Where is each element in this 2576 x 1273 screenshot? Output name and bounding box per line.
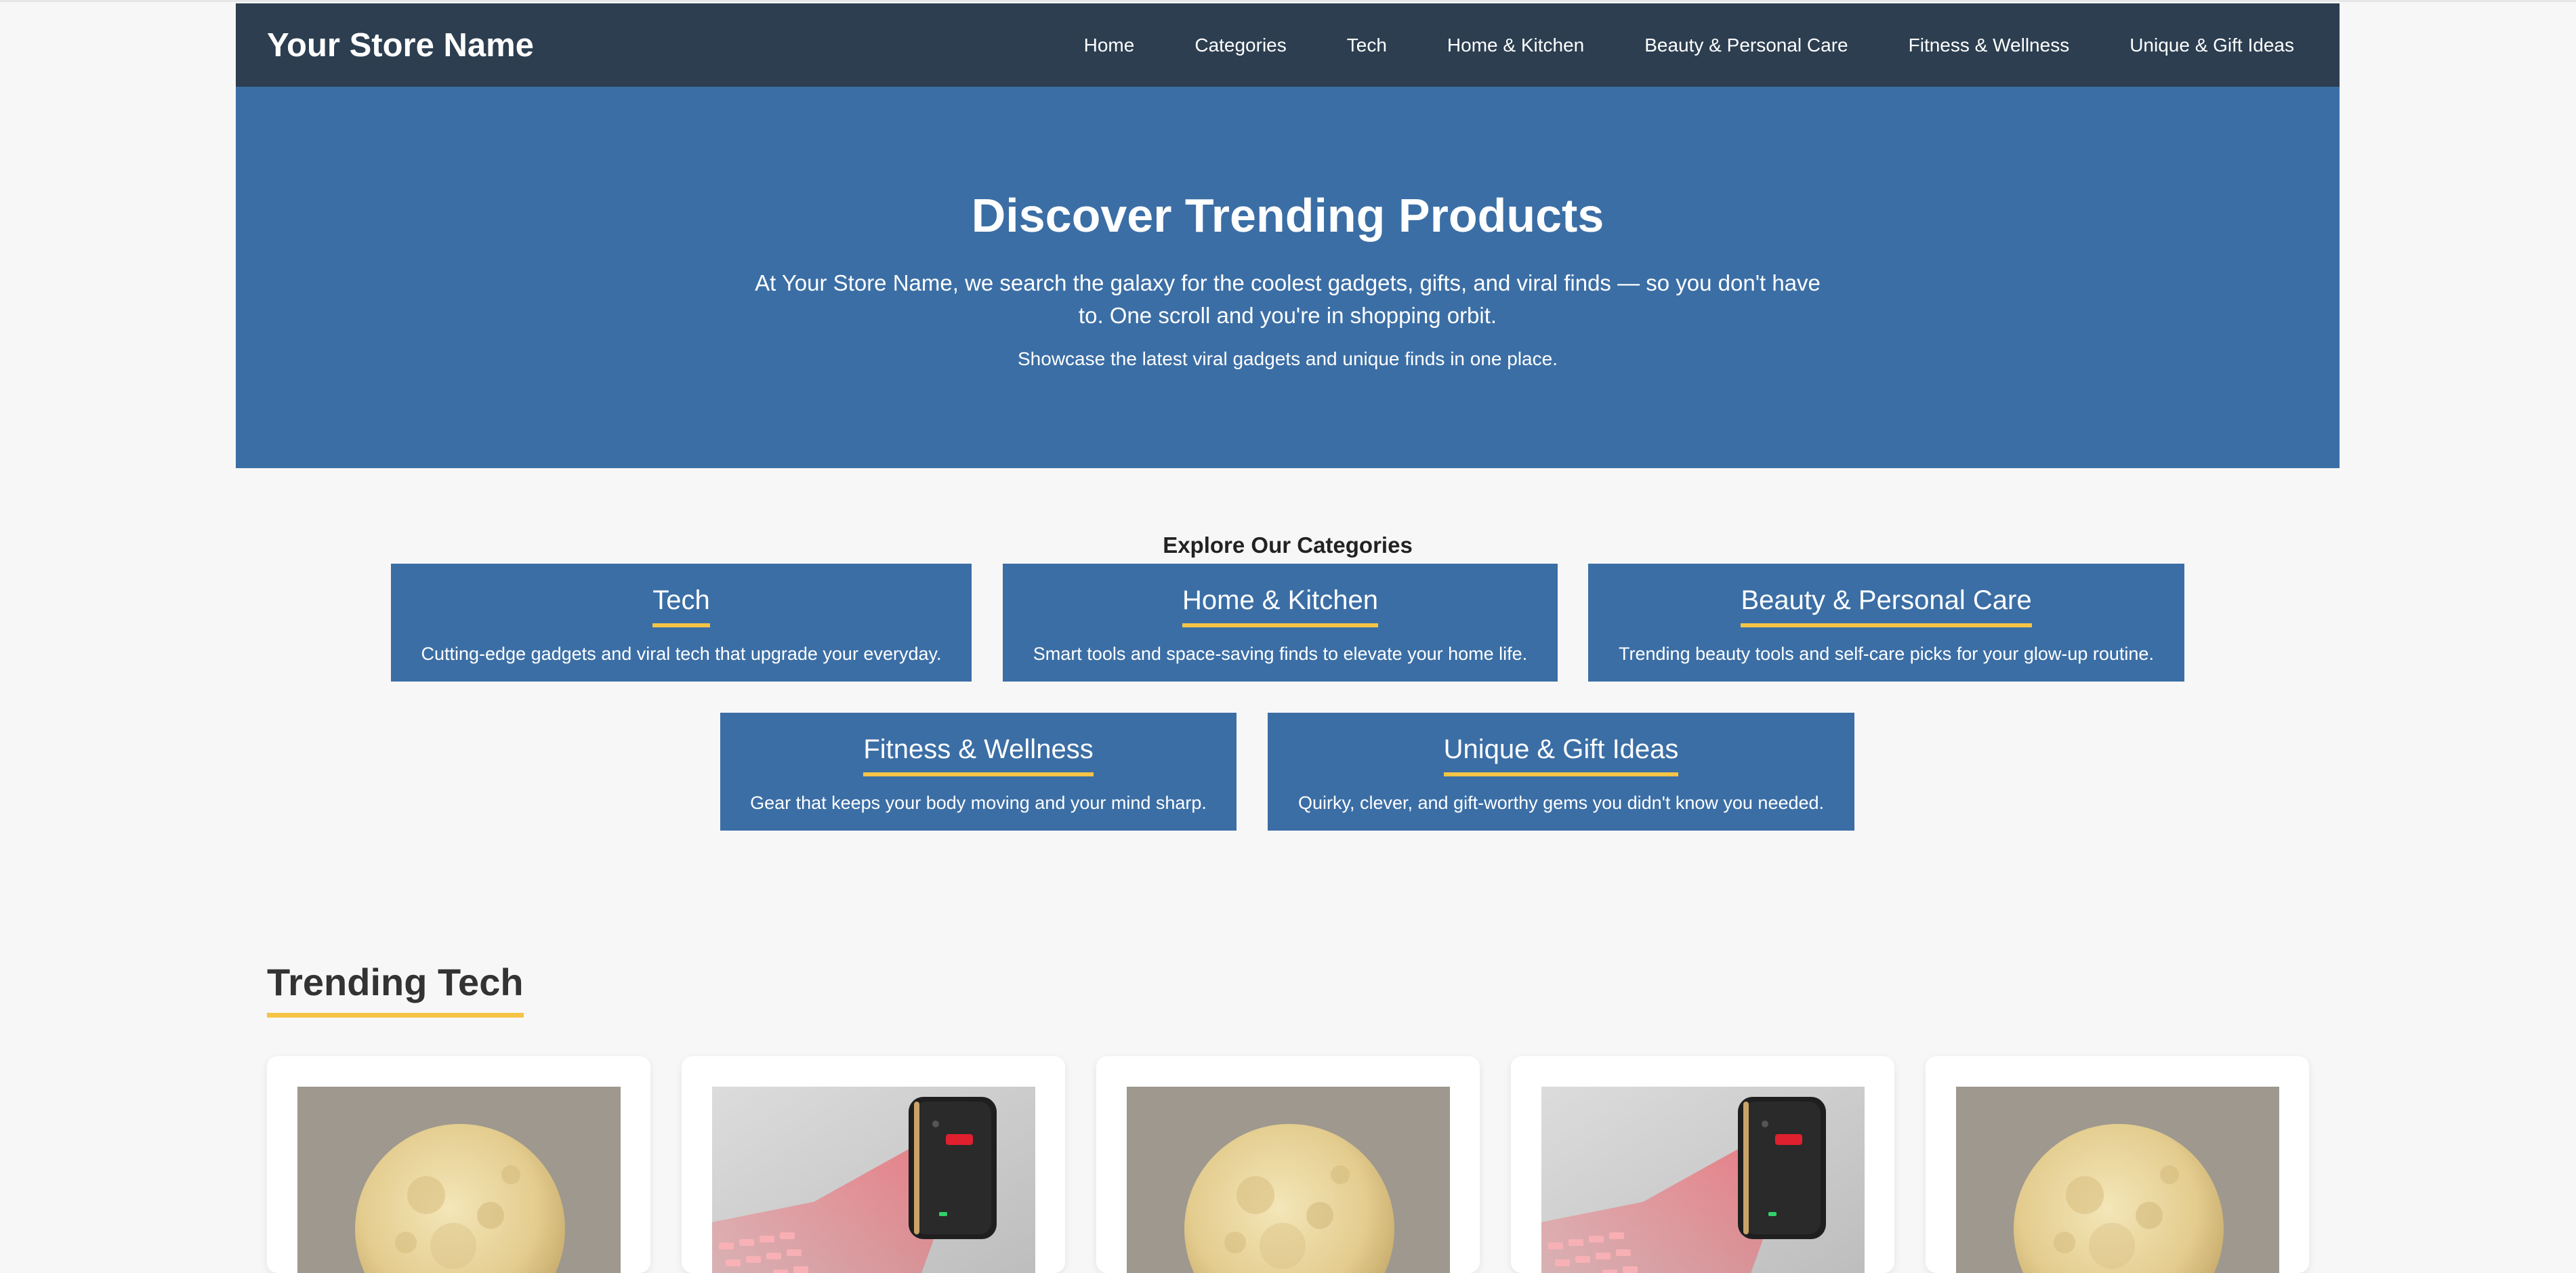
moon-lamp-illustration (297, 1087, 621, 1273)
category-title: Unique & Gift Ideas (1443, 732, 1679, 776)
category-title: Beauty & Personal Care (1741, 583, 2032, 627)
category-description: Trending beauty tools and self-care pick… (1619, 644, 2154, 664)
nav-tech[interactable]: Tech (1347, 35, 1387, 56)
moon-lamp-illustration (1127, 1087, 1450, 1273)
trending-section-title: Trending Tech (267, 960, 524, 1018)
hero-subtext: Showcase the latest viral gadgets and un… (1018, 348, 1558, 369)
category-title: Tech (652, 583, 710, 627)
category-title: Home & Kitchen (1182, 583, 1379, 627)
hero-title: Discover Trending Products (971, 189, 1604, 242)
category-description: Smart tools and space-saving finds to el… (1033, 644, 1528, 664)
moon-lamp-image[interactable] (1956, 1087, 2279, 1273)
moon-lamp-image[interactable] (1127, 1087, 1450, 1273)
product-card[interactable] (1926, 1056, 2309, 1273)
nav-beauty-personal-care[interactable]: Beauty & Personal Care (1644, 35, 1848, 56)
category-card-fitness-wellness[interactable]: Fitness & Wellness Gear that keeps your … (720, 713, 1237, 831)
brand-logo[interactable]: Your Store Name (267, 26, 534, 65)
category-card-home-kitchen[interactable]: Home & Kitchen Smart tools and space-sav… (1003, 564, 1558, 682)
nav-home[interactable]: Home (1084, 35, 1135, 56)
laser-keyboard-image[interactable] (712, 1087, 1035, 1273)
product-card[interactable] (267, 1056, 650, 1273)
category-title: Fitness & Wellness (863, 732, 1094, 776)
moon-lamp-illustration (1956, 1087, 2279, 1273)
category-card-beauty-personal-care[interactable]: Beauty & Personal Care Trending beauty t… (1588, 564, 2184, 682)
top-border (0, 0, 2576, 2)
navbar: Your Store Name Home Categories Tech Hom… (236, 3, 2340, 87)
product-card[interactable] (1511, 1056, 1894, 1273)
category-description: Cutting-edge gadgets and viral tech that… (421, 644, 942, 664)
product-card[interactable] (682, 1056, 1065, 1273)
nav-home-kitchen[interactable]: Home & Kitchen (1447, 35, 1584, 56)
category-description: Gear that keeps your body moving and you… (750, 793, 1207, 813)
categories-heading: Explore Our Categories (1163, 533, 1413, 558)
laser-keyboard-illustration (712, 1087, 1035, 1273)
laser-keyboard-image[interactable] (1541, 1087, 1865, 1273)
hero-banner: Discover Trending Products At Your Store… (236, 87, 2340, 468)
category-description: Quirky, clever, and gift-worthy gems you… (1297, 793, 1825, 813)
page: Your Store Name Home Categories Tech Hom… (236, 3, 2340, 1273)
moon-lamp-image[interactable] (297, 1087, 621, 1273)
laser-keyboard-illustration (1541, 1087, 1865, 1273)
product-card[interactable] (1096, 1056, 1480, 1273)
category-card-unique-gift-ideas[interactable]: Unique & Gift Ideas Quirky, clever, and … (1268, 713, 1854, 831)
nav-unique-gift-ideas[interactable]: Unique & Gift Ideas (2130, 35, 2294, 56)
main-nav: Home Categories Tech Home & Kitchen Beau… (1084, 3, 2294, 87)
hero-description: At Your Store Name, we search the galaxy… (755, 270, 1821, 328)
category-card-tech[interactable]: Tech Cutting-edge gadgets and viral tech… (391, 564, 972, 682)
nav-fitness-wellness[interactable]: Fitness & Wellness (1909, 35, 2070, 56)
nav-categories[interactable]: Categories (1194, 35, 1286, 56)
